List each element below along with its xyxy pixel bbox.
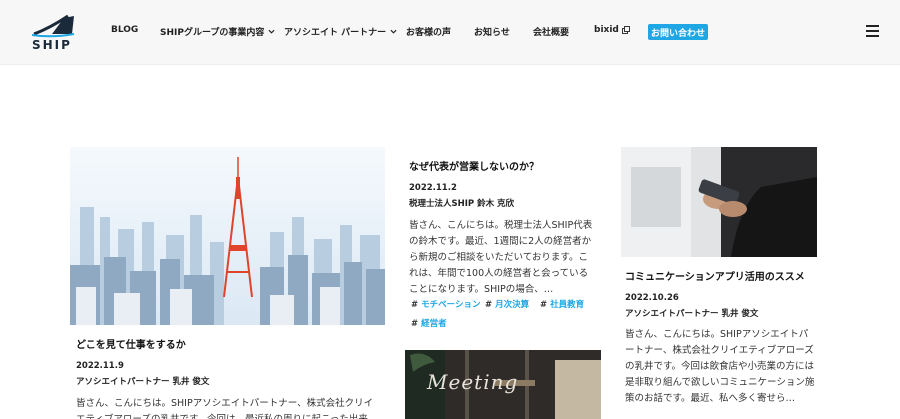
article-author: アソシエイトパートナー 乳井 俊文 — [625, 309, 759, 319]
article-excerpt: 皆さん、こんにちは。税理士法人SHIP代表の鈴木です。最近、1週間に2人の経営者… — [409, 220, 593, 295]
site-header: SHIP BLOG SHIPグループの事業内容 アソシエイト パートナー お客様… — [0, 0, 900, 65]
article-title[interactable]: コミュニケーションアプリ活用のススメ — [625, 268, 805, 283]
external-link-icon — [621, 26, 630, 34]
nav-blog[interactable]: BLOG — [111, 25, 138, 35]
nav-ship-group-label: SHIPグループの事業内容 — [160, 28, 265, 38]
nav-company-label: 会社概要 — [533, 28, 570, 38]
chevron-down-icon — [268, 29, 275, 34]
nav-news[interactable]: お知らせ — [474, 25, 510, 38]
tag-label: 社員教育 — [550, 300, 585, 310]
nav-associate[interactable]: アソシエイト パートナー — [284, 25, 397, 38]
nav-bixid[interactable]: bixid — [594, 25, 630, 35]
article-image-tokyo-tower[interactable] — [70, 147, 385, 325]
logo-text: SHIP — [32, 38, 72, 52]
nav-bixid-label: bixid — [594, 25, 619, 35]
article-date: 2022.10.26 — [625, 293, 679, 303]
tag-label: 経営者 — [421, 319, 447, 329]
tag-label: モチベーション — [421, 300, 481, 310]
nav-blog-label: BLOG — [111, 25, 139, 35]
chevron-down-icon — [390, 29, 397, 34]
nav-company[interactable]: 会社概要 — [533, 25, 569, 38]
tag-link[interactable]: # モチベーション — [411, 298, 480, 310]
article-author: アソシエイトパートナー 乳井 俊文 — [76, 377, 210, 387]
hamburger-menu-icon[interactable] — [866, 25, 879, 37]
nav-ship-group[interactable]: SHIPグループの事業内容 — [160, 25, 275, 38]
contact-button[interactable]: お問い合わせ — [648, 24, 708, 40]
article-author: 税理士法人SHIP 鈴木 克欣 — [409, 199, 515, 209]
article-date: 2022.11.9 — [76, 361, 124, 371]
article-image-smartphone[interactable] — [621, 147, 817, 257]
tag-label: 月次決算 — [495, 300, 530, 310]
nav-voices[interactable]: お客様の声 — [406, 25, 451, 38]
ship-logo[interactable]: SHIP — [28, 14, 78, 52]
article-date: 2022.11.2 — [409, 183, 457, 193]
tag-link[interactable]: # 経営者 — [411, 317, 447, 329]
nav-voices-label: お客様の声 — [406, 28, 452, 38]
nav-news-label: お知らせ — [474, 28, 510, 38]
article-image-meeting-room[interactable]: Meeting — [405, 350, 601, 419]
nav-associate-label: アソシエイト パートナー — [284, 28, 387, 38]
meeting-sign-text: Meeting — [427, 370, 519, 394]
article-title[interactable]: なぜ代表が営業しないのか？ — [409, 158, 539, 173]
tag-link[interactable]: # 社員教育 — [540, 298, 584, 310]
tag-link[interactable]: # 月次決算 — [485, 298, 529, 310]
article-title[interactable]: どこを見て仕事をするか — [76, 336, 186, 351]
article-excerpt: 皆さん、こんにちは。SHIPアソシエイトパートナー、株式会社クリイエティブアロー… — [76, 398, 374, 419]
article-excerpt: 皆さん、こんにちは。SHIPアソシエイトパートナー、株式会社クリイエティブアロー… — [625, 329, 815, 404]
